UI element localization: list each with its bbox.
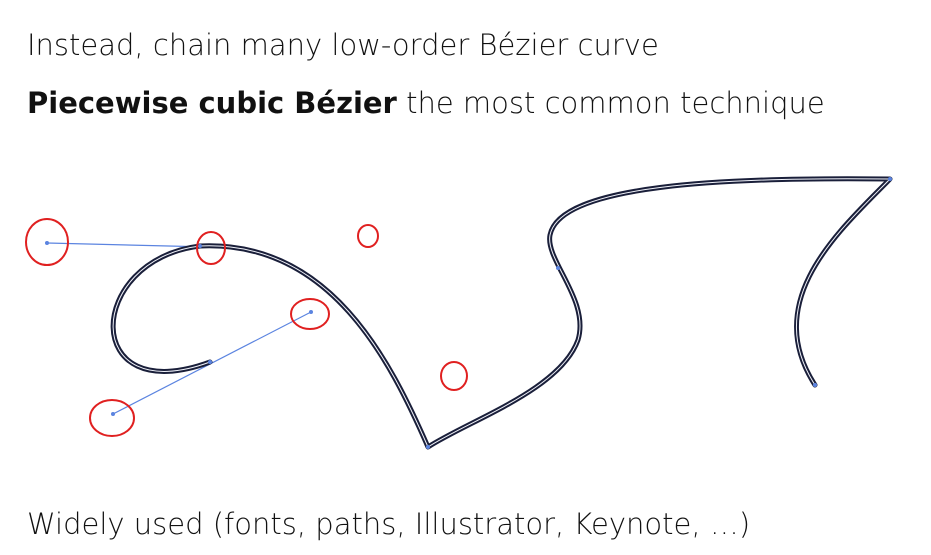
bezier-figure — [25, 176, 893, 450]
slide-line-widely-used: Widely used (fonts, paths, Illustrator, … — [27, 507, 751, 541]
anchor-point — [208, 360, 212, 364]
highlight-circle — [440, 361, 468, 391]
control-point — [111, 412, 115, 416]
anchor-point — [813, 383, 817, 387]
control-point — [45, 241, 49, 245]
highlight-circle — [357, 224, 379, 248]
anchor-point — [426, 445, 430, 449]
anchor-point — [888, 177, 892, 181]
highlight-circle — [89, 399, 135, 437]
bezier-curve-outline — [110, 176, 893, 450]
anchor-point — [198, 244, 202, 248]
control-point — [309, 310, 313, 314]
anchor-point — [556, 266, 560, 270]
highlight-circle — [290, 298, 330, 330]
